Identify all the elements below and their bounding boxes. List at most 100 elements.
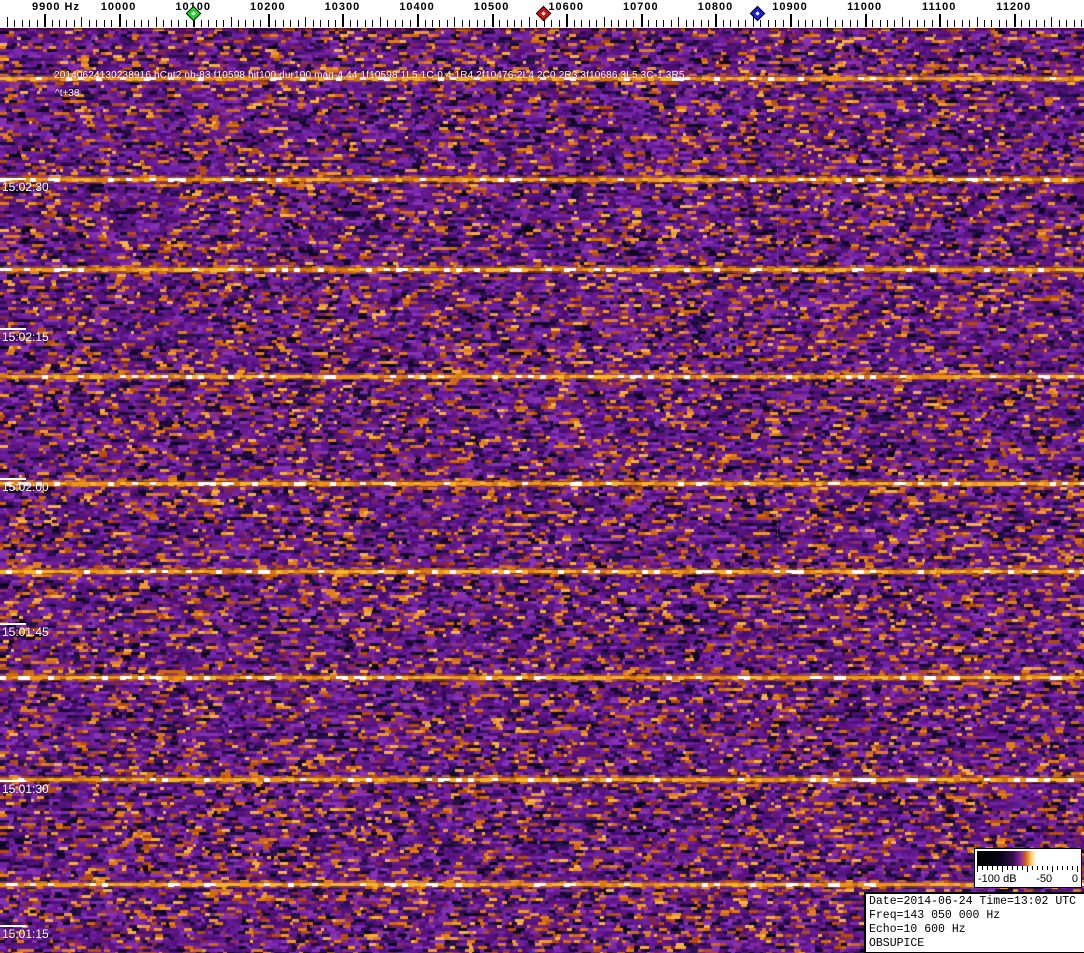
ruler-tick (349, 20, 351, 27)
ruler-tick (916, 20, 918, 27)
ruler-tick (700, 20, 702, 27)
colorbar-max-label: 0 (1071, 873, 1078, 885)
ruler-tick (6, 17, 8, 27)
ruler-freq-label: 10200 (250, 1, 286, 13)
ruler-tick (812, 20, 814, 27)
color-scale-labels: -100 dB -50 0 (975, 873, 1081, 885)
ruler-tick (730, 20, 732, 27)
ruler-tick (446, 20, 448, 27)
ruler-tick (685, 20, 687, 27)
ruler-freq-label: 11200 (996, 1, 1032, 13)
ruler-tick (693, 20, 694, 27)
time-label: 15:02:30 (2, 180, 49, 194)
ruler-tick (387, 20, 389, 27)
ruler-tick (21, 20, 23, 27)
ruler-tick (357, 20, 359, 27)
ruler-tick (760, 20, 762, 27)
ruler-tick (521, 20, 523, 27)
ruler-tick (663, 20, 665, 27)
ruler-tick (804, 20, 806, 27)
ruler-tick (984, 20, 985, 27)
ruler-tick (1006, 20, 1008, 27)
ruler-tick (141, 20, 142, 27)
waterfall-display[interactable]: 20140624130238916 hCnt2 nb-83 f10598 hit… (0, 28, 1084, 953)
spectrogram-window: 9900 Hz100001010010200103001040010500106… (0, 0, 1084, 953)
ruler-freq-label: 10600 (548, 1, 584, 13)
ruler-tick (678, 17, 680, 27)
meteor-event-annotation: 20140624130238916 hCnt2 nb-83 f10598 hit… (54, 70, 685, 81)
ruler-tick (819, 20, 821, 27)
ruler-tick (879, 20, 881, 27)
ruler-tick (223, 20, 224, 27)
ruler-tick (290, 20, 292, 27)
ruler-tick (946, 20, 948, 27)
ruler-tick (1051, 17, 1053, 27)
ruler-tick (558, 20, 560, 27)
ruler-tick (379, 17, 381, 27)
ruler-freq-label: 10700 (623, 1, 659, 13)
ruler-tick (954, 20, 956, 27)
cursor-annotation: ^t+38 (55, 88, 80, 99)
ruler-tick (73, 20, 75, 27)
ruler-tick (491, 14, 494, 27)
ruler-tick (849, 20, 851, 27)
ruler-tick (111, 20, 113, 27)
ruler-tick (499, 20, 501, 27)
colorbar-mid-label: -50 (1036, 873, 1053, 885)
ruler-tick (611, 20, 612, 27)
marker-center-dot (191, 11, 196, 16)
ruler-tick (215, 20, 217, 27)
ruler-freq-label: 11000 (847, 1, 883, 13)
ruler-tick (588, 20, 590, 27)
ruler-tick (88, 20, 90, 27)
ruler-freq-label: 9900 Hz (32, 1, 80, 13)
ruler-tick (566, 14, 569, 27)
ruler-tick (752, 17, 754, 27)
ruler-freq-label: 10500 (473, 1, 510, 13)
info-echo-freq: Echo=10 600 Hz (869, 923, 966, 936)
ruler-tick (170, 20, 172, 27)
ruler-tick (36, 20, 38, 27)
ruler-tick (670, 20, 672, 27)
ruler-tick (469, 20, 471, 27)
ruler-tick (334, 20, 336, 27)
ruler-tick (827, 17, 829, 27)
ruler-tick (991, 20, 993, 27)
spectrogram-canvas[interactable] (0, 28, 1084, 953)
time-label: 15:01:45 (2, 625, 49, 639)
ruler-tick (648, 20, 650, 27)
frequency-ruler[interactable]: 9900 Hz100001010010200103001040010500106… (0, 0, 1084, 28)
ruler-tick (775, 20, 777, 27)
ruler-tick (618, 20, 620, 27)
marker-center-dot (755, 11, 760, 16)
ruler-freq-label: 10800 (697, 1, 734, 13)
ruler-tick (782, 20, 784, 27)
ruler-tick (909, 20, 911, 27)
ruler-tick (1021, 20, 1023, 27)
color-scale-legend: -100 dB -50 0 (974, 848, 1082, 888)
ruler-tick (887, 20, 888, 27)
info-date-time: Date=2014-06-24 Time=13:02 UTC (869, 895, 1077, 908)
color-scale-ticks (977, 866, 1079, 874)
ruler-tick (528, 17, 530, 27)
ruler-tick (1058, 20, 1060, 27)
ruler-tick (536, 20, 538, 27)
ruler-tick (633, 20, 635, 27)
ruler-tick (267, 14, 270, 27)
info-station-name: OBSUPICE (869, 937, 925, 950)
time-label: 15:02:15 (2, 330, 49, 344)
ruler-tick (305, 17, 307, 27)
ruler-tick (230, 17, 232, 27)
ruler-tick (282, 20, 284, 27)
ruler-tick (51, 20, 53, 27)
ruler-tick (722, 20, 724, 27)
ruler-tick (96, 20, 98, 27)
ruler-tick (1043, 20, 1045, 27)
ruler-tick (409, 20, 411, 27)
time-label: 15:01:30 (2, 782, 49, 796)
ruler-tick (1013, 14, 1016, 27)
ruler-tick (66, 20, 68, 27)
ruler-tick (939, 14, 942, 27)
ruler-tick (200, 20, 202, 27)
ruler-tick (439, 20, 441, 27)
